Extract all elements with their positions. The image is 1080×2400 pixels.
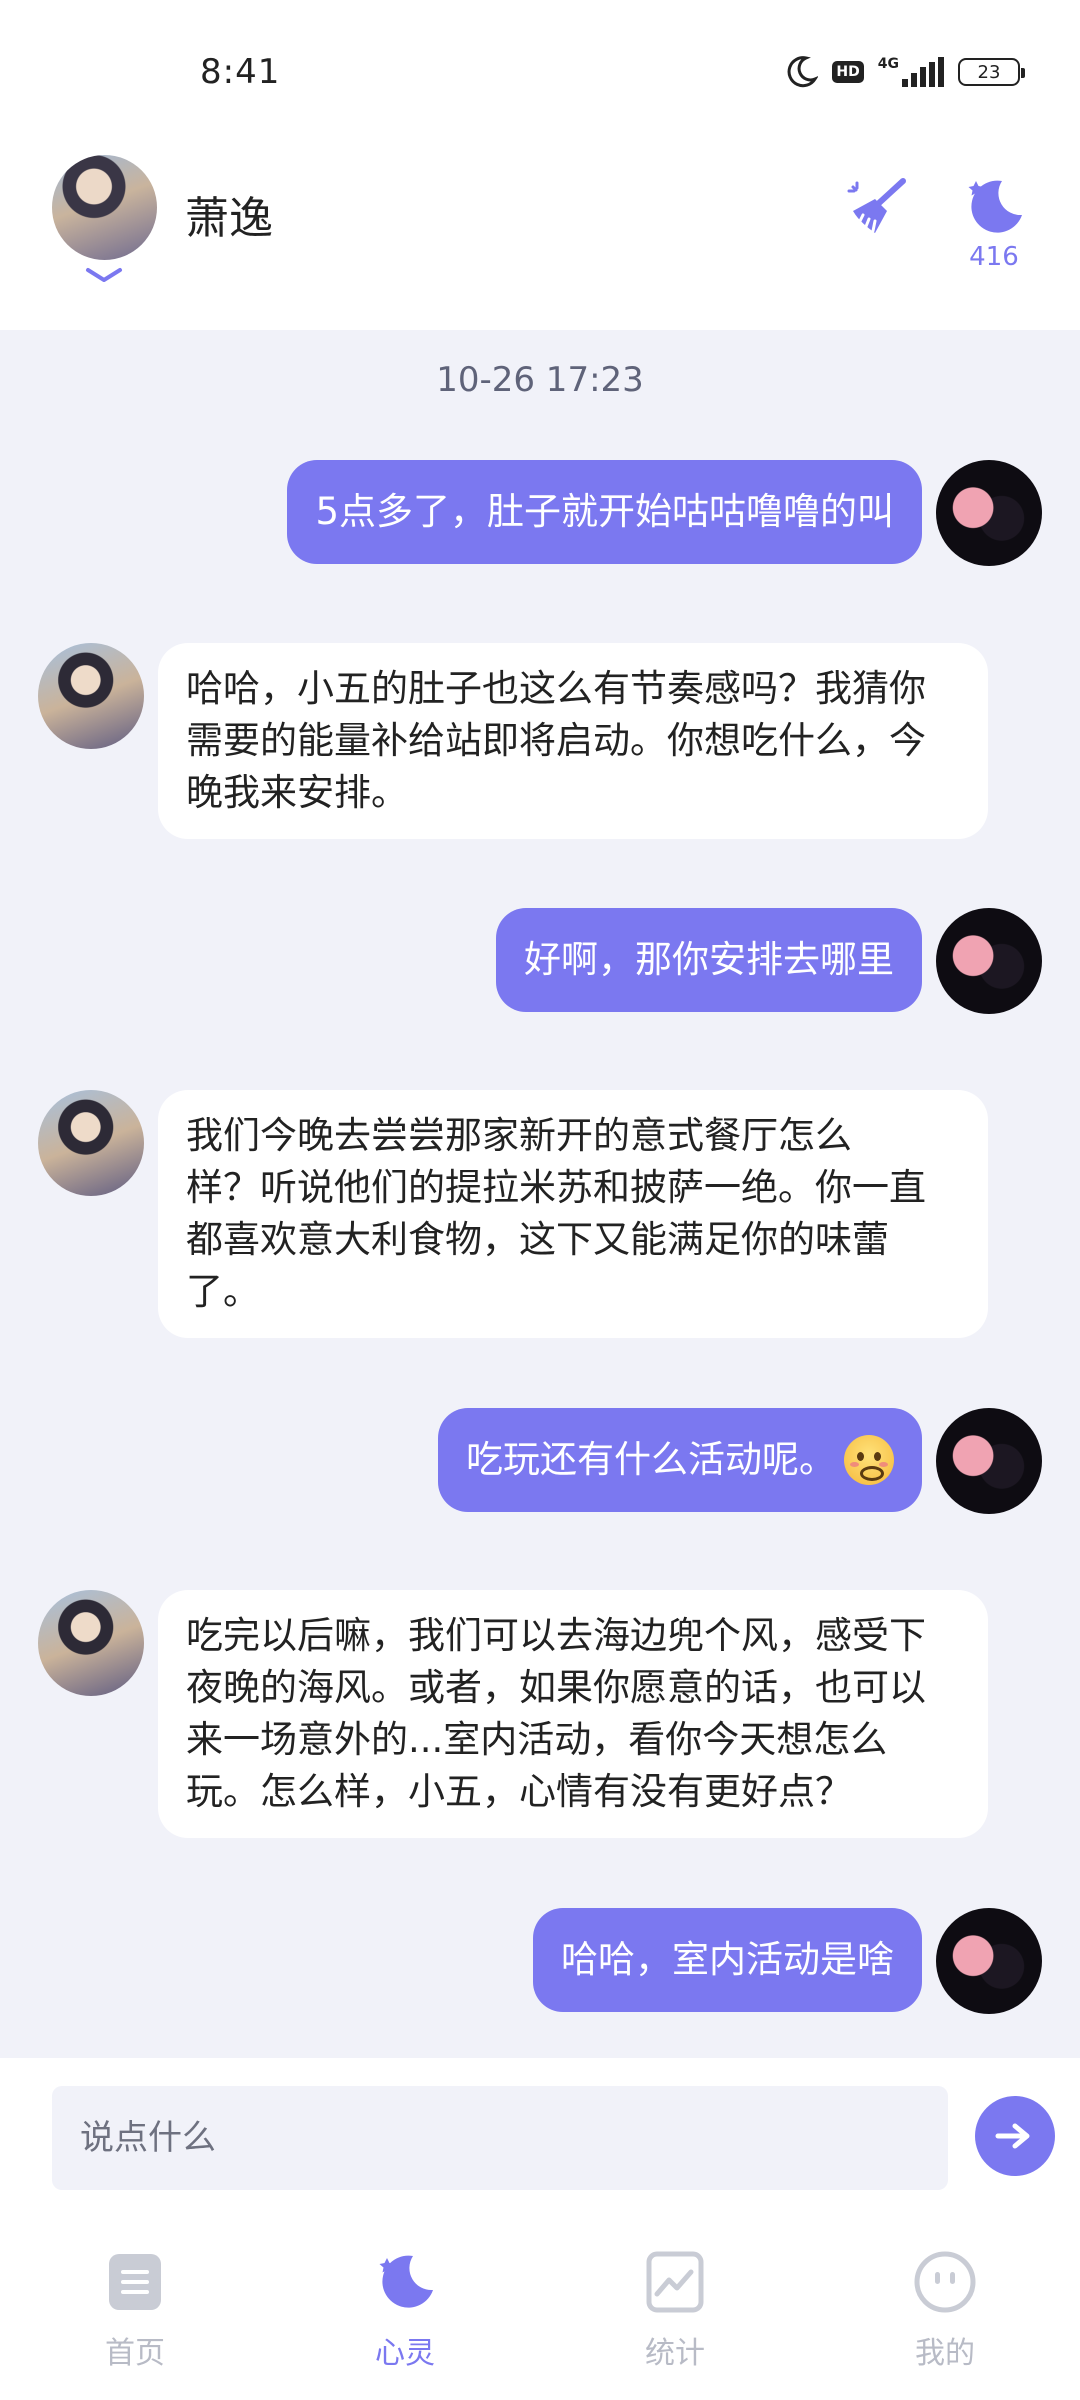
- message-row-bot: 吃完以后嘛，我们可以去海边兜个风，感受下 夜晚的海风。或者，如果你愿意的话，也可…: [0, 1590, 1080, 1838]
- face-icon: [914, 2251, 976, 2313]
- chat-timestamp: 10-26 17:23: [436, 360, 644, 400]
- message-input[interactable]: [52, 2086, 948, 2190]
- character-avatar[interactable]: [52, 155, 157, 260]
- message-row-user: 5点多了，肚子就开始咕咕噜噜的叫: [0, 460, 1080, 566]
- flushed-smile-emoji-icon: [844, 1435, 894, 1485]
- moon-star-icon[interactable]: [962, 175, 1026, 239]
- user-message-bubble[interactable]: 吃玩还有什么活动呢。: [438, 1408, 922, 1512]
- character-avatar-small[interactable]: [38, 1090, 144, 1196]
- message-row-user: 吃玩还有什么活动呢。: [0, 1408, 1080, 1514]
- message-line: 哈哈，小五的肚子也这么有节奏感吗？我猜你: [186, 667, 926, 710]
- moon-count: 416: [969, 242, 1019, 272]
- document-icon: [109, 2254, 161, 2310]
- status-bar: 8:41 HD 4G 23: [0, 0, 1080, 140]
- user-message-bubble[interactable]: 5点多了，肚子就开始咕咕噜噜的叫: [287, 460, 922, 564]
- battery-icon: 23: [958, 58, 1025, 86]
- message-line: 了。: [186, 1270, 260, 1313]
- user-avatar[interactable]: [936, 1408, 1042, 1514]
- character-avatar-small[interactable]: [38, 643, 144, 749]
- nav-label: 我的: [915, 2336, 975, 2371]
- battery-level: 23: [977, 61, 1001, 83]
- bot-message-bubble[interactable]: 吃完以后嘛，我们可以去海边兜个风，感受下 夜晚的海风。或者，如果你愿意的话，也可…: [158, 1590, 988, 1838]
- message-line: 玩。怎么样，小五，心情有没有更好点？: [186, 1770, 852, 1813]
- user-avatar[interactable]: [936, 460, 1042, 566]
- chevron-down-icon[interactable]: [84, 266, 124, 286]
- user-message-bubble[interactable]: 哈哈，室内活动是啥: [533, 1908, 922, 2012]
- user-avatar[interactable]: [936, 1908, 1042, 2014]
- signal-group: 4G: [878, 57, 944, 87]
- moon-star-icon: [379, 2255, 433, 2308]
- nav-item-home[interactable]: 首页: [0, 2198, 270, 2400]
- message-line: 吃完以后嘛，我们可以去海边兜个风，感受下: [186, 1614, 926, 1657]
- input-bar: [0, 2058, 1080, 2198]
- status-time: 8:41: [200, 52, 281, 92]
- message-line: 样？听说他们的提拉米苏和披萨一绝。你一直: [186, 1166, 926, 1209]
- nav-label: 首页: [105, 2336, 165, 2371]
- broom-icon[interactable]: [845, 175, 909, 239]
- hd-badge: HD: [832, 61, 864, 83]
- message-line: 晚我来安排。: [186, 771, 408, 814]
- message-row-user: 好啊，那你安排去哪里: [0, 908, 1080, 1014]
- character-name: 萧逸: [185, 193, 273, 244]
- network-label: 4G: [877, 56, 899, 72]
- status-icons: HD 4G 23: [784, 52, 1025, 92]
- send-button[interactable]: [975, 2096, 1055, 2176]
- nav-label: 心灵: [375, 2336, 435, 2371]
- chat-area[interactable]: 10-26 17:23 5点多了，肚子就开始咕咕噜噜的叫 哈哈，小五的肚子也这么…: [0, 330, 1080, 2058]
- message-line: 来一场意外的...室内活动，看你今天想怎么: [186, 1718, 888, 1761]
- message-row-user: 哈哈，室内活动是啥: [0, 1908, 1080, 2014]
- send-arrow-icon: [995, 2123, 1030, 2149]
- message-line: 需要的能量补给站即将启动。你想吃什么，今: [186, 719, 926, 762]
- bot-message-bubble[interactable]: 哈哈，小五的肚子也这么有节奏感吗？我猜你 需要的能量补给站即将启动。你想吃什么，…: [158, 643, 988, 839]
- bot-message-bubble[interactable]: 我们今晚去尝尝那家新开的意式餐厅怎么 样？听说他们的提拉米苏和披萨一绝。你一直 …: [158, 1090, 988, 1338]
- signal-icon: [902, 57, 944, 87]
- nav-item-profile[interactable]: 我的: [810, 2198, 1080, 2400]
- user-message-bubble[interactable]: 好啊，那你安排去哪里: [496, 908, 922, 1012]
- message-row-bot: 哈哈，小五的肚子也这么有节奏感吗？我猜你 需要的能量补给站即将启动。你想吃什么，…: [0, 643, 1080, 839]
- nav-label: 统计: [645, 2336, 705, 2371]
- chart-icon: [646, 2251, 704, 2313]
- bottom-nav: 首页 心灵 统计 我的: [0, 2198, 1080, 2400]
- user-avatar[interactable]: [936, 908, 1042, 1014]
- message-line: 都喜欢意大利食物，这下又能满足你的味蕾: [186, 1218, 889, 1261]
- message-row-bot: 我们今晚去尝尝那家新开的意式餐厅怎么 样？听说他们的提拉米苏和披萨一绝。你一直 …: [0, 1090, 1080, 1338]
- message-line: 我们今晚去尝尝那家新开的意式餐厅怎么: [186, 1114, 852, 1157]
- do-not-disturb-moon-icon: [787, 56, 819, 88]
- chat-header: 萧逸 416: [0, 140, 1080, 330]
- character-avatar-small[interactable]: [38, 1590, 144, 1696]
- nav-item-stats[interactable]: 统计: [540, 2198, 810, 2400]
- nav-item-soul[interactable]: 心灵: [270, 2198, 540, 2400]
- message-text: 吃玩还有什么活动呢。: [466, 1438, 836, 1481]
- message-line: 夜晚的海风。或者，如果你愿意的话，也可以: [186, 1666, 926, 1709]
